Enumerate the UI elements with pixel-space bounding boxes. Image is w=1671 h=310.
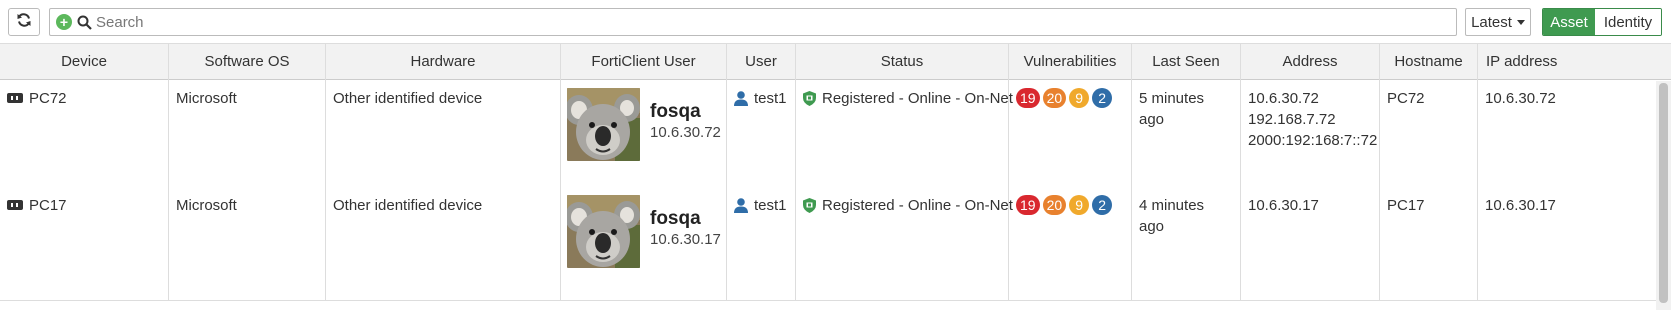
column-header-hostname[interactable]: Hostname bbox=[1380, 44, 1478, 80]
forticlient-ip: 10.6.30.17 bbox=[650, 231, 721, 248]
address-cell: 10.6.30.17 bbox=[1241, 187, 1380, 300]
status-cell: Registered - Online - On-Net bbox=[796, 187, 1013, 300]
last-seen-cell: 4 minutes ago bbox=[1132, 187, 1241, 300]
address-line: 2000:192:168:7::72 bbox=[1248, 132, 1378, 149]
software-os-cell: Microsoft bbox=[169, 187, 326, 300]
status-text: Registered - Online - On-Net bbox=[822, 197, 1013, 214]
forticlient-username[interactable]: fosqa bbox=[650, 208, 721, 230]
column-header-vulnerabilities[interactable]: Vulnerabilities bbox=[1009, 44, 1132, 80]
low-vuln-badge[interactable]: 2 bbox=[1092, 88, 1113, 108]
address-line: 192.168.7.72 bbox=[1248, 111, 1336, 128]
refresh-button[interactable] bbox=[8, 8, 40, 36]
koala-avatar[interactable] bbox=[567, 195, 640, 268]
forticlient-user-cell: fosqa 10.6.30.17 bbox=[561, 187, 727, 300]
search-icon bbox=[77, 15, 92, 30]
hostname-cell: PC17 bbox=[1380, 187, 1478, 300]
user-name[interactable]: test1 bbox=[754, 88, 787, 109]
column-header-ip-address[interactable]: IP address bbox=[1478, 44, 1656, 80]
asset-view-button[interactable]: Asset bbox=[1543, 9, 1595, 35]
column-header-hardware[interactable]: Hardware bbox=[326, 44, 561, 80]
vulnerabilities-cell: 19 20 9 2 bbox=[1009, 187, 1132, 300]
device-name[interactable]: PC17 bbox=[29, 197, 67, 214]
caret-down-icon bbox=[1516, 19, 1525, 25]
user-cell: test1 bbox=[727, 187, 796, 300]
table-header: Device Software OS Hardware FortiClient … bbox=[0, 43, 1671, 80]
column-header-forticlient-user[interactable]: FortiClient User bbox=[561, 44, 727, 80]
column-header-software-os[interactable]: Software OS bbox=[169, 44, 326, 80]
forticlient-user-cell: fosqa 10.6.30.72 bbox=[561, 80, 727, 193]
address-line: 10.6.30.72 bbox=[1248, 90, 1319, 107]
ip-address-cell: 10.6.30.17 bbox=[1485, 197, 1556, 214]
search-field[interactable]: + bbox=[49, 8, 1457, 36]
status-text: Registered - Online - On-Net bbox=[822, 90, 1013, 107]
hardware-cell: Other identified device bbox=[326, 187, 561, 300]
last-seen-cell: 5 minutes ago bbox=[1132, 80, 1241, 193]
medium-vuln-badge[interactable]: 9 bbox=[1069, 88, 1090, 108]
forticlient-username[interactable]: fosqa bbox=[650, 101, 721, 123]
critical-vuln-badge[interactable]: 19 bbox=[1016, 195, 1040, 215]
shield-icon bbox=[803, 198, 816, 213]
search-input[interactable] bbox=[96, 13, 1396, 31]
table-row[interactable]: PC72 Microsoft Other identified device f… bbox=[0, 80, 1656, 194]
column-header-device[interactable]: Device bbox=[0, 44, 169, 80]
table-row[interactable]: PC17 Microsoft Other identified device f… bbox=[0, 187, 1656, 301]
medium-vuln-badge[interactable]: 9 bbox=[1069, 195, 1090, 215]
status-cell: Registered - Online - On-Net bbox=[796, 80, 1013, 193]
plus-circle-icon[interactable]: + bbox=[56, 14, 72, 30]
hostname-cell: PC72 bbox=[1380, 80, 1478, 193]
latest-dropdown-label: Latest bbox=[1471, 13, 1512, 31]
user-icon bbox=[734, 91, 748, 106]
device-name[interactable]: PC72 bbox=[29, 90, 67, 107]
user-icon bbox=[734, 198, 748, 213]
device-icon bbox=[7, 93, 23, 103]
latest-dropdown[interactable]: Latest bbox=[1465, 8, 1531, 36]
low-vuln-badge[interactable]: 2 bbox=[1092, 195, 1113, 215]
high-vuln-badge[interactable]: 20 bbox=[1042, 88, 1067, 108]
view-mode-toggle: Asset Identity bbox=[1542, 8, 1662, 36]
software-os-cell: Microsoft bbox=[169, 80, 326, 193]
koala-avatar[interactable] bbox=[567, 88, 640, 161]
vulnerabilities-cell: 19 20 9 2 bbox=[1009, 80, 1132, 193]
user-cell: test1 bbox=[727, 80, 796, 193]
column-header-status[interactable]: Status bbox=[796, 44, 1009, 80]
column-header-user[interactable]: User bbox=[727, 44, 796, 80]
toolbar: + Latest Asset Identity bbox=[0, 0, 1671, 44]
shield-icon bbox=[803, 91, 816, 106]
hardware-cell: Other identified device bbox=[326, 80, 561, 193]
device-cell: PC17 bbox=[0, 187, 169, 300]
device-icon bbox=[7, 200, 23, 210]
column-header-last-seen[interactable]: Last Seen bbox=[1132, 44, 1241, 80]
address-line: 10.6.30.17 bbox=[1248, 197, 1319, 214]
high-vuln-badge[interactable]: 20 bbox=[1042, 195, 1067, 215]
column-header-address[interactable]: Address bbox=[1241, 44, 1380, 80]
identity-view-button[interactable]: Identity bbox=[1595, 9, 1661, 35]
forticlient-ip: 10.6.30.72 bbox=[650, 124, 721, 141]
scrollbar-thumb[interactable] bbox=[1659, 83, 1668, 303]
refresh-icon bbox=[16, 12, 32, 32]
ip-address-cell: 10.6.30.72 bbox=[1485, 90, 1556, 107]
address-cell: 10.6.30.72 192.168.7.72 2000:192:168:7::… bbox=[1241, 80, 1380, 193]
device-cell: PC72 bbox=[0, 80, 169, 193]
user-name[interactable]: test1 bbox=[754, 195, 787, 216]
critical-vuln-badge[interactable]: 19 bbox=[1016, 88, 1040, 108]
